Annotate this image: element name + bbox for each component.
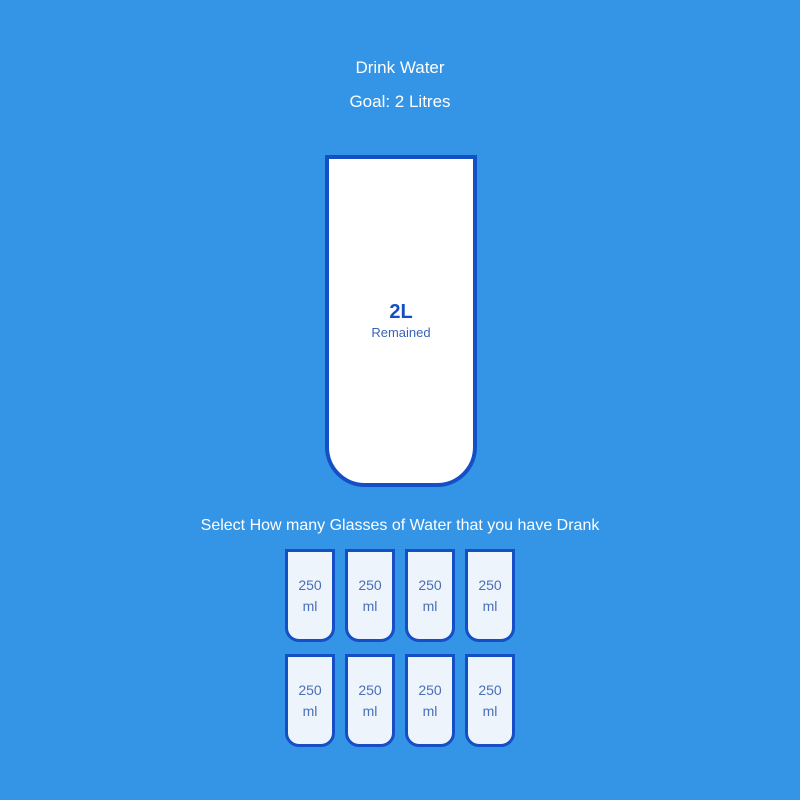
small-cup-5[interactable]: 250 ml	[285, 654, 335, 747]
main-water-cup: 2L Remained	[325, 155, 477, 487]
cup-unit: ml	[482, 597, 498, 614]
small-cup-8[interactable]: 250 ml	[465, 654, 515, 747]
small-cup-1[interactable]: 250 ml	[285, 549, 335, 642]
cup-unit: ml	[302, 597, 318, 614]
small-cup-7[interactable]: 250 ml	[405, 654, 455, 747]
glass-selection-instruction: Select How many Glasses of Water that yo…	[200, 517, 600, 534]
cup-amount: 250	[298, 576, 322, 593]
cup-amount: 250	[298, 681, 322, 698]
cup-unit: ml	[362, 597, 378, 614]
cup-amount: 250	[358, 576, 382, 593]
cup-amount: 250	[478, 681, 502, 698]
remaining-value: 2L	[389, 301, 413, 323]
cup-unit: ml	[422, 702, 438, 719]
cup-amount: 250	[478, 576, 502, 593]
cup-amount: 250	[358, 681, 382, 698]
cup-unit: ml	[362, 702, 378, 719]
goal-text: Goal: 2 Litres	[349, 92, 451, 111]
small-cup-4[interactable]: 250 ml	[465, 549, 515, 642]
cup-amount: 250	[418, 681, 442, 698]
cup-unit: ml	[302, 702, 318, 719]
cup-amount: 250	[418, 576, 442, 593]
cup-unit: ml	[422, 597, 438, 614]
remaining-label: Remained	[371, 325, 431, 340]
small-cup-2[interactable]: 250 ml	[345, 549, 395, 642]
remaining-display: 2L Remained	[329, 159, 473, 483]
small-cup-6[interactable]: 250 ml	[345, 654, 395, 747]
page-title: Drink Water	[355, 58, 445, 77]
small-cup-3[interactable]: 250 ml	[405, 549, 455, 642]
cup-unit: ml	[482, 702, 498, 719]
water-tracker-app: Drink Water Goal: 2 Litres 2L Remained S…	[0, 0, 800, 800]
